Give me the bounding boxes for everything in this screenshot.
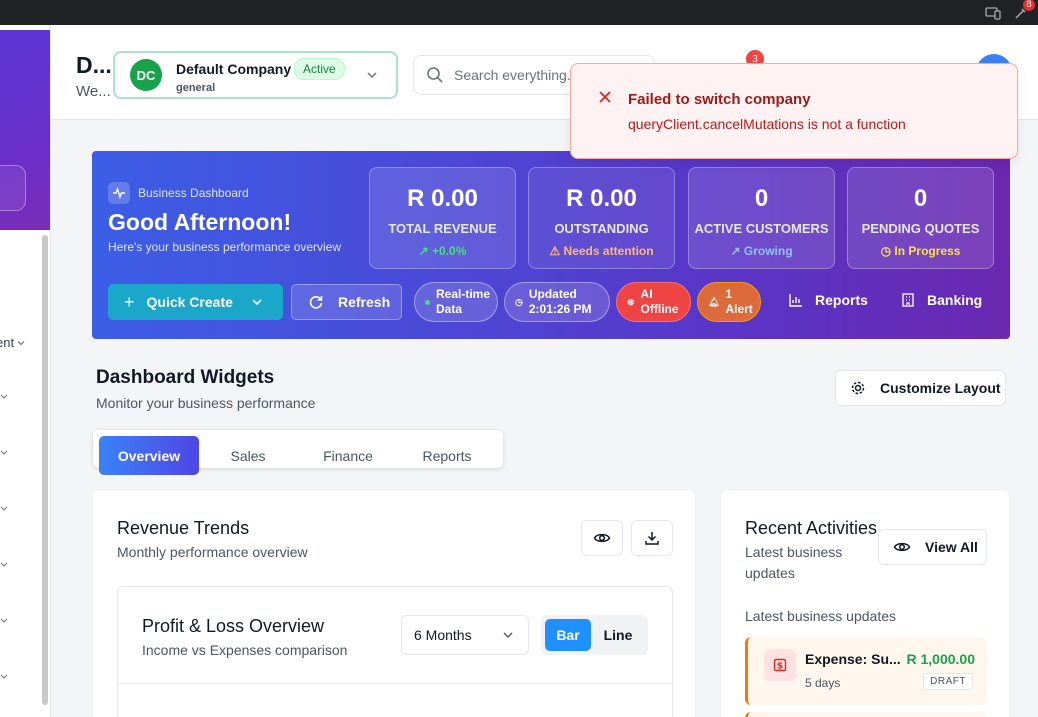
building-icon: [902, 293, 914, 307]
sidebar-brand-panel: [0, 30, 50, 230]
card-title: Recent Activities: [745, 518, 878, 538]
sidebar-brand-button[interactable]: [0, 165, 26, 211]
card-subtitle: Monthly performance overview: [117, 544, 308, 560]
hero-subtitle: Here's your business performance overvie…: [108, 240, 342, 254]
hero-badge: Business Dashboard: [108, 182, 249, 204]
search-icon: [427, 67, 443, 83]
sidebar-section-label[interactable]: ent: [0, 335, 26, 350]
bar-chart-icon: [789, 294, 802, 307]
reports-link[interactable]: Reports: [789, 292, 868, 308]
sidebar-scrollbar[interactable]: [42, 235, 48, 705]
clock-icon: ◷: [515, 296, 523, 307]
realtime-status-pill: Real-time Data: [414, 282, 498, 322]
activity-item[interactable]: [745, 712, 987, 717]
download-button[interactable]: [631, 520, 673, 556]
revenue-trends-card: Revenue Trends Monthly performance overv…: [92, 489, 696, 717]
activity-icon: [108, 182, 130, 204]
widget-tabs: Overview Sales Finance Reports: [93, 430, 503, 475]
tab-reports[interactable]: Reports: [397, 436, 497, 475]
extension-badge: 8: [1023, 0, 1035, 11]
stat-pending-quotes[interactable]: 0 PENDING QUOTES ◷ In Progress: [847, 167, 994, 269]
chart-type-toggle: Bar Line: [541, 615, 648, 655]
updated-time-pill: ◷ Updated 2:01:26 PM: [504, 282, 610, 322]
greeting: Good Afternoon!: [108, 209, 292, 235]
search-placeholder: Search everything...: [454, 67, 579, 83]
period-select[interactable]: 6 Months: [401, 615, 529, 655]
trend-up-icon: ↗: [418, 244, 429, 258]
extension-icon[interactable]: 8: [1012, 0, 1035, 22]
gear-icon: [851, 381, 865, 395]
recent-activities-card: Recent Activities Latest business updates…: [720, 489, 1010, 717]
toast-title: Failed to switch company: [628, 91, 811, 108]
refresh-button[interactable]: Refresh: [291, 284, 402, 320]
trend-icon: ↗: [730, 244, 741, 258]
activity-title: Expense: Su...: [805, 651, 901, 667]
activities-label: Latest business updates: [745, 608, 896, 624]
chevron-icon[interactable]: [0, 561, 8, 569]
clock-icon: ◷: [880, 244, 892, 258]
chevron-down-icon: [367, 72, 377, 79]
ai-status-pill[interactable]: ⊗ AI Offline: [616, 282, 691, 322]
activity-time: 5 days: [805, 676, 841, 690]
banking-link[interactable]: Banking: [901, 292, 982, 308]
pl-subtitle: Income vs Expenses comparison: [142, 642, 348, 658]
page-title: D...: [76, 52, 112, 78]
stat-outstanding[interactable]: R 0.00 OUTSTANDING ⚠ Needs attention: [528, 167, 675, 269]
tab-sales[interactable]: Sales: [198, 436, 298, 475]
line-toggle[interactable]: Line: [595, 619, 641, 651]
warning-icon: ⚠: [549, 244, 561, 258]
business-dashboard-hero: Business Dashboard Good Afternoon! Here'…: [92, 151, 1010, 339]
pl-title: Profit & Loss Overview: [142, 616, 325, 636]
stat-active-customers[interactable]: 0 ACTIVE CUSTOMERS ↗ Growing: [688, 167, 835, 269]
page-subtitle: We...: [76, 83, 111, 100]
plus-icon: +: [124, 291, 135, 312]
download-icon: [645, 532, 659, 545]
live-dot-icon: [425, 299, 430, 305]
profit-loss-panel: Profit & Loss Overview Income vs Expense…: [117, 586, 674, 717]
svg-text:$: $: [777, 662, 783, 672]
quick-create-button[interactable]: + Quick Create: [108, 284, 283, 320]
view-button[interactable]: [581, 520, 623, 556]
tab-overview[interactable]: Overview: [99, 436, 199, 475]
alert-pill[interactable]: 🔔︎ 1 Alert: [697, 282, 761, 322]
chevron-icon[interactable]: [0, 393, 8, 401]
chevron-icon[interactable]: [0, 505, 8, 513]
error-toast[interactable]: Failed to switch company queryClient.can…: [570, 63, 1018, 159]
refresh-icon: [309, 296, 323, 309]
company-name: Default Company: [176, 61, 292, 77]
sidebar: ent: [0, 25, 51, 717]
bell-icon: 🔔︎: [708, 296, 720, 307]
widgets-subtitle: Monitor your business performance: [96, 395, 316, 411]
tab-finance[interactable]: Finance: [298, 436, 398, 475]
toast-message: queryClient.cancelMutations is not a fun…: [628, 116, 906, 132]
activity-amount: R 1,000.00: [906, 651, 976, 667]
widgets-title: Dashboard Widgets: [96, 367, 275, 388]
eye-icon: [893, 542, 911, 552]
company-switcher[interactable]: DC Default Company general Active: [113, 51, 398, 99]
chevron-icon[interactable]: [0, 673, 8, 681]
close-icon[interactable]: [598, 90, 612, 104]
chevron-down-icon: [503, 632, 513, 638]
customize-layout-button[interactable]: Customize Layout: [835, 370, 1006, 406]
eye-icon: [593, 533, 611, 543]
activity-item[interactable]: $ Expense: Su... 5 days R 1,000.00 DRAFT: [745, 637, 987, 705]
company-type: general: [176, 82, 216, 94]
expense-icon: $: [764, 649, 796, 681]
status-badge: DRAFT: [923, 673, 973, 690]
company-status-badge: Active: [294, 58, 345, 80]
chevron-down-icon: [17, 340, 25, 345]
stat-total-revenue[interactable]: R 0.00 TOTAL REVENUE ↗ +0.0%: [369, 167, 516, 269]
view-all-button[interactable]: View All: [878, 529, 987, 565]
company-avatar: DC: [130, 59, 162, 91]
chevron-icon[interactable]: [0, 449, 8, 457]
chevron-down-icon: [252, 299, 262, 306]
bar-toggle[interactable]: Bar: [545, 619, 591, 651]
ai-offline-icon: ⊗: [627, 296, 635, 307]
chevron-icon[interactable]: [0, 617, 8, 625]
devices-icon[interactable]: [984, 4, 1002, 22]
card-title: Revenue Trends: [117, 518, 250, 538]
system-topbar: 8: [0, 0, 1038, 25]
divider: [118, 683, 674, 684]
